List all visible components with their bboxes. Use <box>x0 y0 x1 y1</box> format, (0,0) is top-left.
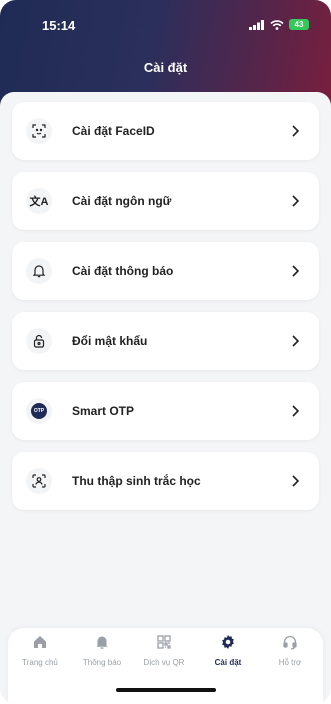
menu-item-label: Cài đặt FaceID <box>72 124 155 138</box>
bottom-tab-bar: Trang chủ Thông báo Dịch vụ QR Cài đặt H… <box>8 628 323 704</box>
menu-item-smart-otp[interactable]: OTP Smart OTP <box>12 382 319 440</box>
tab-label: Dịch vụ QR <box>143 658 185 667</box>
tab-label: Trang chủ <box>22 658 58 667</box>
qr-icon <box>157 635 171 649</box>
menu-item-change-password[interactable]: Đổi mật khẩu <box>12 312 319 370</box>
status-bar: 15:14 43 <box>0 18 331 38</box>
chevron-right-icon <box>285 405 305 417</box>
faceid-icon <box>26 118 52 144</box>
battery-level: 43 <box>294 20 304 29</box>
menu-item-biometrics[interactable]: Thu thập sinh trắc học <box>12 452 319 510</box>
tab-notifications[interactable]: Thông báo <box>72 634 132 667</box>
gear-icon <box>222 635 234 649</box>
tab-qr-services[interactable]: Dịch vụ QR <box>134 634 194 667</box>
menu-item-label: Cài đặt thông báo <box>72 264 174 278</box>
tab-label: Thông báo <box>82 658 122 667</box>
translate-icon: 文A <box>26 188 52 214</box>
phone-screen: 15:14 43 Cài đặt Cài đặt FaceID 文A Cài đ… <box>0 0 331 704</box>
bell-icon <box>26 258 52 284</box>
menu-item-faceid[interactable]: Cài đặt FaceID <box>12 102 319 160</box>
chevron-right-icon <box>285 265 305 277</box>
lock-icon <box>26 328 52 354</box>
chevron-right-icon <box>285 335 305 347</box>
home-indicator <box>116 688 216 692</box>
bell-icon <box>96 636 108 649</box>
menu-item-label: Đổi mật khẩu <box>72 334 148 348</box>
home-icon <box>34 636 46 648</box>
menu-item-notifications[interactable]: Cài đặt thông báo <box>12 242 319 300</box>
tab-support[interactable]: Hỗ trợ <box>260 634 320 667</box>
menu-item-label: Cài đặt ngôn ngữ <box>72 194 172 208</box>
signal-icon <box>249 19 264 30</box>
menu-item-language[interactable]: 文A Cài đặt ngôn ngữ <box>12 172 319 230</box>
tab-settings[interactable]: Cài đặt <box>198 634 258 667</box>
otp-icon: OTP <box>26 398 52 424</box>
menu-item-label: Smart OTP <box>72 404 135 418</box>
otp-badge: OTP <box>31 403 47 419</box>
settings-list: Cài đặt FaceID 文A Cài đặt ngôn ngữ Cài đ… <box>0 92 331 622</box>
headset-icon <box>283 635 297 650</box>
status-time: 15:14 <box>42 18 76 33</box>
chevron-right-icon <box>285 475 305 487</box>
wifi-icon <box>270 19 284 30</box>
biometric-scan-icon <box>26 468 52 494</box>
menu-item-label: Thu thập sinh trắc học <box>72 474 201 488</box>
battery-icon: 43 <box>289 19 309 30</box>
tab-label: Hỗ trợ <box>278 658 302 667</box>
page-title: Cài đặt <box>143 60 188 75</box>
chevron-right-icon <box>285 195 305 207</box>
chevron-right-icon <box>285 125 305 137</box>
tab-home[interactable]: Trang chủ <box>10 634 70 667</box>
tab-label: Cài đặt <box>214 658 242 667</box>
status-icons: 43 <box>249 19 309 30</box>
